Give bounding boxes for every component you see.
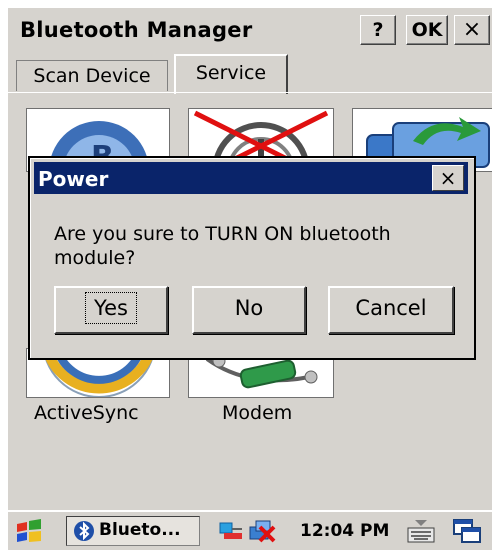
close-button[interactable]: × <box>454 15 490 45</box>
tab-service[interactable]: Service <box>174 54 288 94</box>
dialog-title-bar: Power × <box>34 162 468 194</box>
modem-label: Modem <box>222 402 293 424</box>
tab-scan-device[interactable]: Scan Device <box>16 60 168 91</box>
activesync-label: ActiveSync <box>34 402 139 424</box>
no-button[interactable]: No <box>192 286 306 334</box>
network-icon[interactable] <box>218 519 246 543</box>
bluetooth-icon <box>74 521 94 541</box>
app-title: Bluetooth Manager <box>20 18 253 42</box>
power-dialog: Power × Are you sure to TURN ON bluetoot… <box>28 156 476 360</box>
keyboard-icon[interactable] <box>406 518 436 544</box>
taskbar: Blueto... 12:04 PM <box>8 510 492 550</box>
desktop-windows-icon[interactable] <box>452 518 484 544</box>
ok-button[interactable]: OK <box>406 15 448 45</box>
yes-button-label: Yes <box>85 292 137 324</box>
cancel-button[interactable]: Cancel <box>328 286 454 334</box>
dialog-message: Are you sure to TURN ON bluetooth module… <box>54 223 391 269</box>
connection-status-icon[interactable] <box>248 517 276 543</box>
dialog-close-button[interactable]: × <box>432 165 464 191</box>
tab-divider <box>8 92 492 93</box>
dialog-title: Power <box>38 167 109 191</box>
taskbar-app-label: Blueto... <box>99 520 181 540</box>
start-windows-icon[interactable] <box>14 518 44 544</box>
help-button[interactable]: ? <box>360 15 396 45</box>
app-title-bar: Bluetooth Manager ? OK × <box>8 8 492 49</box>
taskbar-app-button[interactable]: Blueto... <box>66 516 200 546</box>
device-screen: Bluetooth Manager ? OK × Scan Device Ser… <box>0 0 492 550</box>
taskbar-clock[interactable]: 12:04 PM <box>300 521 389 541</box>
yes-button[interactable]: Yes <box>54 286 168 334</box>
